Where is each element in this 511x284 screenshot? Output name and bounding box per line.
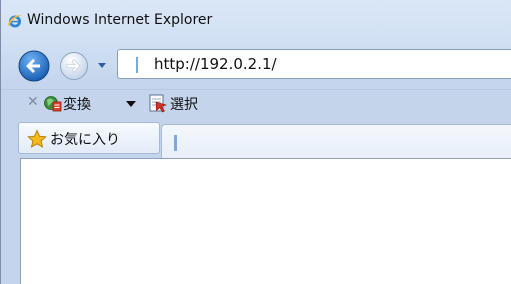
select-icon[interactable] <box>148 93 168 113</box>
favorites-label: お気に入り <box>50 132 120 148</box>
favorites-button[interactable]: お気に入り <box>18 122 160 154</box>
navigation-bar: http://192.0.2.1/ <box>1 46 511 84</box>
internet-explorer-icon <box>8 15 22 28</box>
command-bar: ✕ 変換 選択 <box>1 89 511 118</box>
close-toolbar-icon[interactable]: ✕ <box>27 94 39 110</box>
forward-arrow-icon[interactable] <box>59 51 89 81</box>
convert-icon[interactable] <box>43 93 63 113</box>
favorites-bar: お気に入り <box>1 118 511 160</box>
history-dropdown-icon[interactable] <box>95 56 109 74</box>
select-button[interactable]: 選択 <box>170 94 198 114</box>
convert-button[interactable]: 変換 <box>63 94 91 114</box>
address-bar-caret <box>136 57 138 73</box>
page-content-area[interactable] <box>20 158 511 284</box>
browser-tab[interactable] <box>161 124 511 160</box>
star-icon <box>27 129 47 148</box>
tab-loading-indicator <box>174 135 177 151</box>
convert-dropdown-icon[interactable] <box>125 100 137 108</box>
back-arrow-icon[interactable] <box>18 50 50 82</box>
address-url[interactable]: http://192.0.2.1/ <box>154 55 277 73</box>
address-bar[interactable]: http://192.0.2.1/ <box>117 49 511 79</box>
browser-window: Windows Internet Explorer http://192.0.2… <box>0 0 511 284</box>
title-bar: Windows Internet Explorer <box>1 0 511 42</box>
window-title: Windows Internet Explorer <box>27 12 213 28</box>
